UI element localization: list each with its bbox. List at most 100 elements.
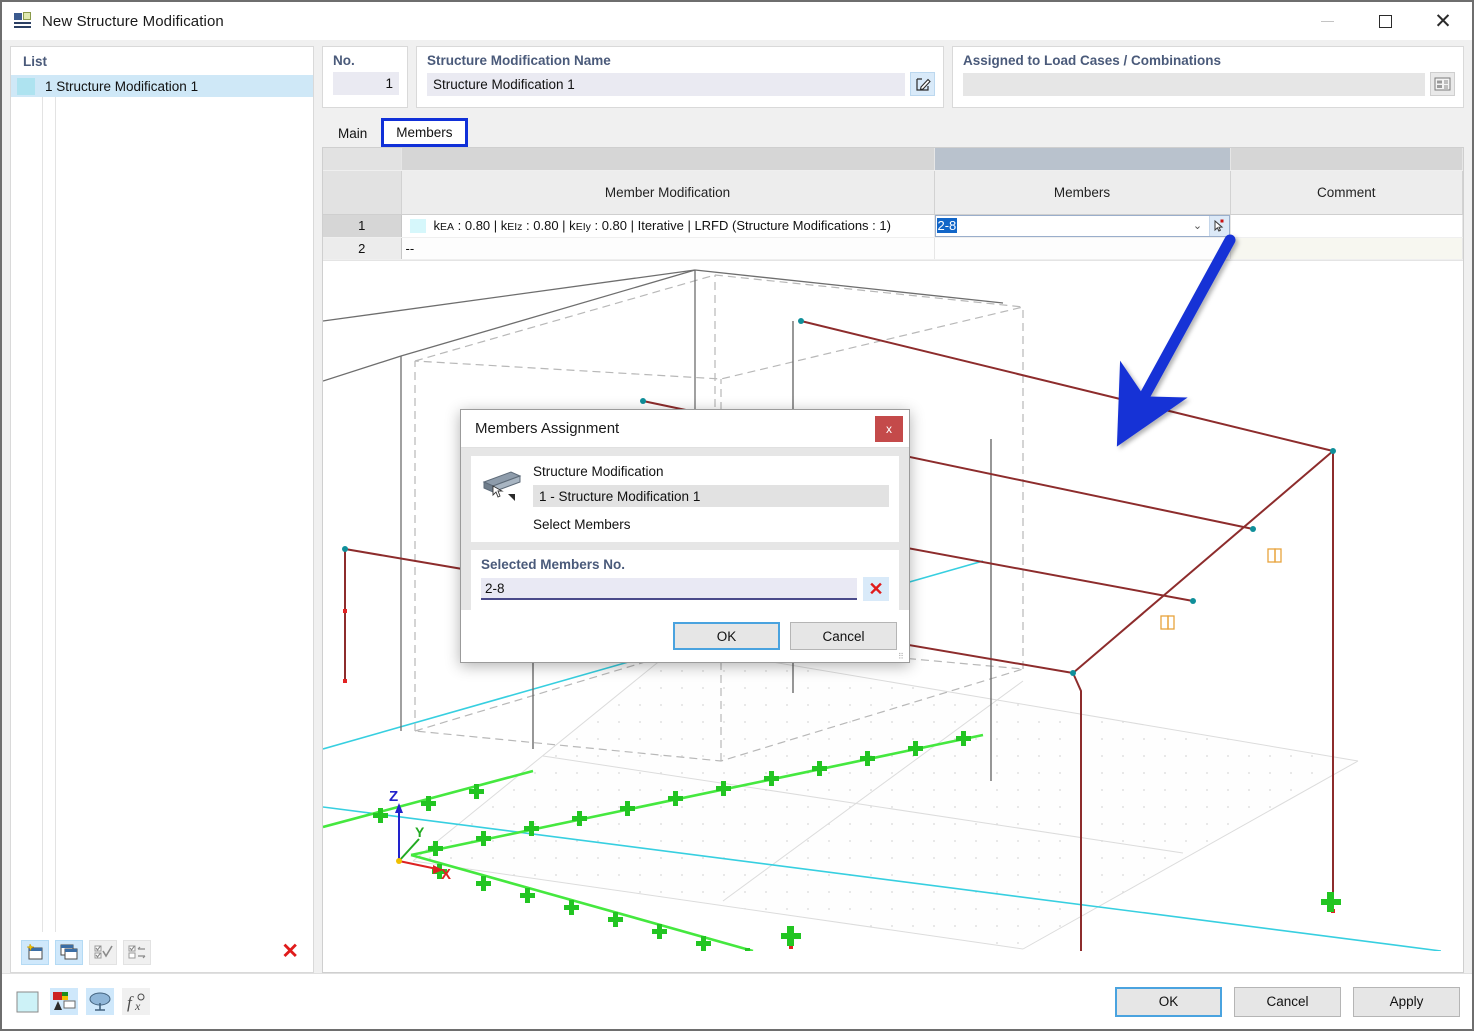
structure-modification-combo[interactable]: 1 - Structure Modification 1 <box>533 485 889 507</box>
cell-member-modification[interactable]: kEA : 0.80 | kEIz : 0.80 | kEIy : 0.80 |… <box>401 214 934 237</box>
dialog-title: Members Assignment <box>461 420 619 437</box>
row-color-swatch <box>410 219 426 233</box>
list-item[interactable]: 1 Structure Modification 1 <box>11 75 313 97</box>
chevron-down-icon[interactable]: ⌄ <box>1187 219 1209 232</box>
table-row[interactable]: 2 -- <box>323 237 1463 259</box>
invert-selection-icon <box>123 940 151 965</box>
cancel-button[interactable]: Cancel <box>1234 987 1341 1017</box>
list-item-label: 1 Structure Modification 1 <box>45 79 198 94</box>
no-label: No. <box>333 53 399 68</box>
table-row[interactable]: 1 kEA : 0.80 | kEIz : 0.80 | kEIy : 0.80… <box>323 214 1463 237</box>
cell-comment[interactable] <box>1230 214 1463 237</box>
svg-text:Y: Y <box>415 824 425 840</box>
name-input[interactable]: Structure Modification 1 <box>427 73 905 96</box>
delete-item-button[interactable]: ✕ <box>281 939 299 964</box>
dialog-body: Structure Modification 1 - Structure Mod… <box>461 448 909 610</box>
assigned-input[interactable] <box>963 73 1425 96</box>
close-button[interactable]: ✕ <box>1414 2 1472 40</box>
dialog-footer: OK Cancel ⠿ <box>461 610 909 662</box>
cell-members[interactable] <box>934 237 1230 259</box>
col-members[interactable]: Members <box>934 170 1230 214</box>
selected-members-input[interactable]: 2-8 <box>481 578 857 600</box>
list-header: List <box>11 47 313 75</box>
col-comment[interactable]: Comment <box>1230 170 1463 214</box>
support-node <box>1321 892 1341 912</box>
band-member-modification <box>401 148 934 170</box>
minimize-button[interactable] <box>1298 2 1356 40</box>
row-number: 2 <box>323 237 401 259</box>
assigned-label: Assigned to Load Cases / Combinations <box>963 53 1455 68</box>
tab-members[interactable]: Members <box>381 118 467 147</box>
members-value[interactable]: 2-8 <box>937 218 958 233</box>
select-all-icon <box>89 940 117 965</box>
list-select-icon[interactable] <box>1430 72 1455 96</box>
top-fields: No. 1 Structure Modification Name Struct… <box>322 46 1464 108</box>
view-settings-icon[interactable] <box>86 988 114 1015</box>
formula-icon[interactable]: f x <box>122 988 150 1015</box>
clear-selection-icon[interactable]: ✕ <box>863 577 889 601</box>
list-toolbar: ✕ <box>11 932 313 972</box>
no-input[interactable]: 1 <box>333 72 399 95</box>
col-index <box>323 170 401 214</box>
col-member-modification[interactable]: Member Modification <box>401 170 934 214</box>
dialog-ok-button[interactable]: OK <box>673 622 780 650</box>
support-node <box>781 926 801 946</box>
member-modification-text: kEA : 0.80 | kEIz : 0.80 | kEIy : 0.80 |… <box>434 218 891 233</box>
dialog-title-bar: Members Assignment x <box>461 410 909 448</box>
cell-comment[interactable] <box>1230 237 1463 259</box>
no-field-box: No. 1 <box>322 46 408 108</box>
band-members <box>934 148 1230 170</box>
svg-text:X: X <box>441 866 451 883</box>
members-table: Member Modification Members Comment 1 kE… <box>323 148 1463 260</box>
name-field-box: Structure Modification Name Structure Mo… <box>416 46 944 108</box>
list-panel: List 1 Structure Modification 1 <box>10 46 314 973</box>
list-body: 1 Structure Modification 1 <box>11 75 313 932</box>
row-number: 1 <box>323 214 401 237</box>
list-item-swatch <box>17 78 35 95</box>
apply-button[interactable]: Apply <box>1353 987 1460 1017</box>
color-swatch-icon[interactable] <box>14 988 42 1015</box>
ok-button[interactable]: OK <box>1115 987 1222 1017</box>
beam-member-icon <box>481 464 523 504</box>
resize-grip[interactable]: ⠿ <box>898 652 906 660</box>
bottom-icon-group: f x <box>14 988 150 1015</box>
list-divider-2 <box>55 97 56 932</box>
structure-modification-window: New Structure Modification ✕ List 1 Stru… <box>0 0 1474 1031</box>
svg-text:x: x <box>134 999 141 1013</box>
assigned-field-box: Assigned to Load Cases / Combinations <box>952 46 1464 108</box>
list-divider-1 <box>42 97 43 932</box>
members-assignment-dialog: Members Assignment x Structure Modificat… <box>460 409 910 663</box>
dialog-buttons: OK Cancel Apply <box>1115 987 1460 1017</box>
band-index <box>323 148 401 170</box>
svg-text:Z: Z <box>389 788 398 805</box>
render-style-icon[interactable] <box>50 988 78 1015</box>
maximize-button[interactable] <box>1356 2 1414 40</box>
title-bar: New Structure Modification ✕ <box>2 2 1472 40</box>
new-item-icon[interactable] <box>21 940 49 965</box>
selected-members-card: Selected Members No. 2-8 ✕ <box>471 550 899 610</box>
cell-member-modification[interactable]: -- <box>401 237 934 259</box>
select-in-graphic-icon[interactable] <box>1209 216 1229 236</box>
svg-text:f: f <box>127 993 134 1012</box>
copy-item-icon[interactable] <box>55 940 83 965</box>
bottom-bar: f x OK Cancel Apply <box>2 973 1472 1029</box>
selected-members-label: Selected Members No. <box>481 557 889 572</box>
members-combo[interactable]: 2-8 ⌄ <box>935 215 1230 237</box>
dialog-close-button[interactable]: x <box>875 416 903 442</box>
window-title: New Structure Modification <box>42 13 224 30</box>
structure-modification-icon <box>14 12 32 30</box>
edit-pencil-icon[interactable] <box>910 72 935 96</box>
structure-modification-card: Structure Modification 1 - Structure Mod… <box>471 456 899 542</box>
dialog-cancel-button[interactable]: Cancel <box>790 622 897 650</box>
name-label: Structure Modification Name <box>427 53 935 68</box>
band-comment <box>1230 148 1463 170</box>
select-members-label[interactable]: Select Members <box>533 517 889 532</box>
table-band <box>323 148 1463 170</box>
tab-main[interactable]: Main <box>326 120 379 147</box>
dialog-section-title: Structure Modification <box>533 464 889 479</box>
tab-strip: Main Members <box>322 113 1464 147</box>
cell-members[interactable]: 2-8 ⌄ <box>934 214 1230 237</box>
table-header-row: Member Modification Members Comment <box>323 170 1463 214</box>
window-controls: ✕ <box>1298 2 1472 40</box>
hinge-markers <box>1161 549 1281 629</box>
